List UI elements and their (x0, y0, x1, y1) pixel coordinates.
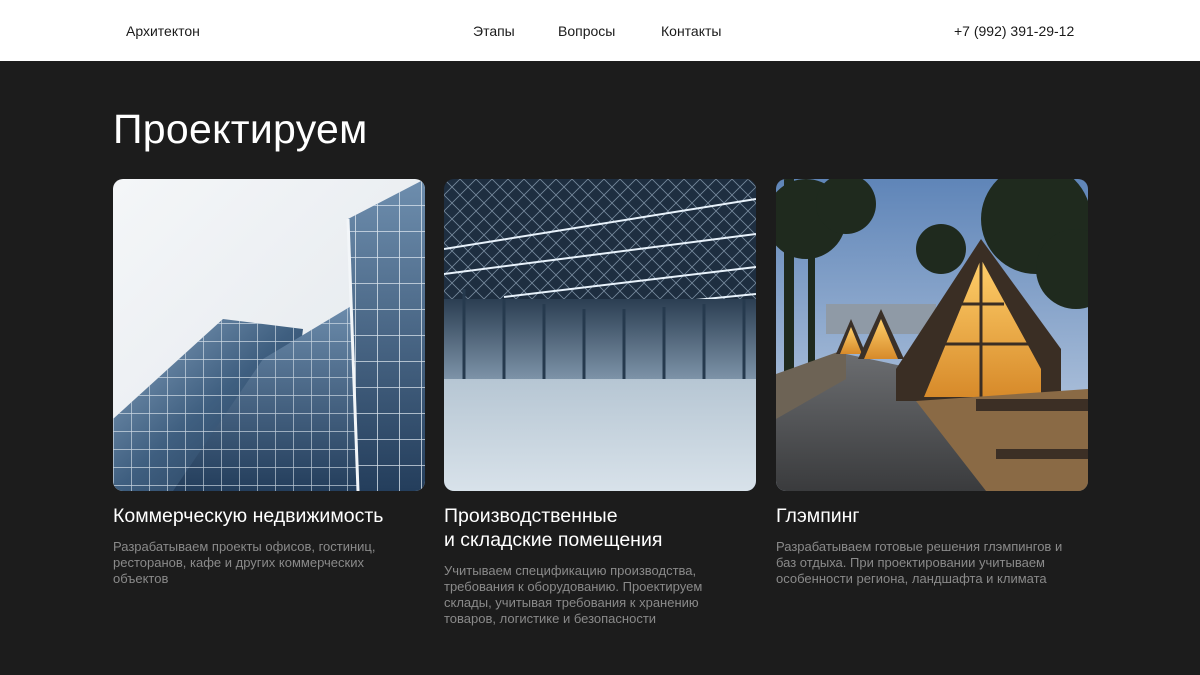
card-desc-line: объектов (113, 571, 169, 586)
card-description: Разрабатываем проекты офисов, гостиниц, … (113, 539, 425, 587)
card-desc-line: баз отдыха. При проектировании учитываем (776, 555, 1045, 570)
card-title-line: и складские помещения (444, 529, 663, 551)
nav-link-stages[interactable]: Этапы (473, 23, 515, 39)
card-desc-line: Учитываем спецификацию производства, (444, 563, 697, 578)
nav-link-contacts[interactable]: Контакты (661, 23, 721, 39)
commercial-building-image (113, 179, 425, 491)
service-card-commercial[interactable]: Коммерческую недвижимость Разрабатываем … (113, 179, 425, 587)
card-description: Учитываем спецификацию производства, тре… (444, 563, 756, 627)
page-title: Проектируем (113, 106, 368, 152)
card-title: Глэмпинг (776, 504, 1088, 528)
card-title-line: Коммерческую недвижимость (113, 505, 384, 527)
card-title: Производственные и складские помещения (444, 504, 756, 552)
card-desc-line: склады, учитывая требования к хранению (444, 595, 699, 610)
logo-link[interactable]: Архитектон (126, 23, 200, 39)
card-description: Разрабатываем готовые решения глэмпингов… (776, 539, 1088, 587)
card-desc-line: требования к оборудованию. Проектируем (444, 579, 703, 594)
card-desc-line: Разрабатываем проекты офисов, гостиниц, (113, 539, 376, 554)
site-header: Архитектон Этапы Вопросы Контакты +7 (99… (0, 0, 1200, 61)
phone-link[interactable]: +7 (992) 391-29-12 (954, 23, 1074, 39)
warehouse-image (444, 179, 756, 491)
card-desc-line: Разрабатываем готовые решения глэмпингов… (776, 539, 1063, 554)
card-desc-line: особенности региона, ландшафта и климата (776, 571, 1047, 586)
card-title-line: Производственные (444, 505, 618, 527)
service-card-industrial[interactable]: Производственные и складские помещения У… (444, 179, 756, 627)
card-title: Коммерческую недвижимость (113, 504, 425, 528)
services-section: Проектируем Коммерческую недвижимость Ра… (0, 61, 1200, 675)
glamping-image (776, 179, 1088, 491)
service-card-glamping[interactable]: Глэмпинг Разрабатываем готовые решения г… (776, 179, 1088, 587)
card-desc-line: товаров, логистике и безопасности (444, 611, 657, 626)
card-title-line: Глэмпинг (776, 505, 860, 527)
card-desc-line: ресторанов, кафе и других коммерческих (113, 555, 364, 570)
nav-link-questions[interactable]: Вопросы (558, 23, 615, 39)
